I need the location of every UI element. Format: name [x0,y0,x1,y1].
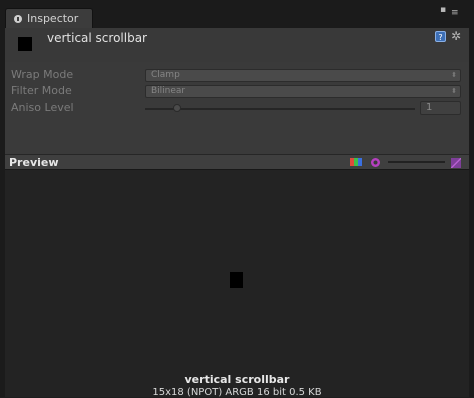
wrap-mode-dropdown[interactable]: Clamp ⬍ [145,69,461,82]
wrap-mode-label: Wrap Mode [11,68,74,81]
tab-label: Inspector [27,12,79,25]
texture-preview-image [230,272,243,288]
aniso-level-field[interactable]: 1 [420,101,461,115]
texture-thumbnail [18,37,32,51]
rgb-channel-icon[interactable] [350,158,362,166]
preview-area: vertical scrollbar 15x18 (NPOT) ARGB 16 … [5,170,469,398]
dropdown-arrow-icon: ⬍ [451,71,457,79]
filter-mode-value: Bilinear [151,86,186,96]
aniso-level-row: Aniso Level 1 [5,100,469,116]
filter-mode-row: Filter Mode Bilinear ⬍ [5,83,469,99]
preview-toolbar: Preview [5,154,469,170]
menu-icon[interactable]: ≡ [451,9,459,18]
aniso-level-value: 1 [426,102,433,113]
dropdown-arrow-icon: ⬍ [451,87,457,95]
mip-level-icon[interactable] [371,158,380,167]
aniso-level-slider[interactable] [145,104,415,112]
asset-title: vertical scrollbar [47,31,147,45]
tab-bar: Inspector ▪ ≡ [0,0,474,28]
preview-texture-info: 15x18 (NPOT) ARGB 16 bit 0.5 KB [152,387,322,398]
inspector-header: vertical scrollbar ? ✲ [5,28,469,62]
alpha-toggle-icon[interactable] [451,158,461,168]
info-icon [14,14,22,23]
help-icon[interactable]: ? [435,31,446,42]
frame-right [469,28,474,397]
filter-mode-dropdown[interactable]: Bilinear ⬍ [145,85,461,98]
lock-icon[interactable]: ▪ [440,6,446,15]
mip-slider[interactable] [388,161,445,163]
preview-texture-name: vertical scrollbar [184,373,290,386]
inspector-window: Inspector ▪ ≡ vertical scrollbar ? ✲ Wra… [0,0,474,398]
slider-thumb[interactable] [173,104,182,112]
texture-properties: Wrap Mode Clamp ⬍ Filter Mode Bilinear ⬍… [5,62,469,154]
wrap-mode-value: Clamp [151,70,180,80]
tab-inspector[interactable]: Inspector [5,8,93,28]
filter-mode-label: Filter Mode [11,84,72,97]
wrap-mode-row: Wrap Mode Clamp ⬍ [5,67,469,83]
aniso-level-label: Aniso Level [11,101,74,114]
preview-title: Preview [9,156,59,169]
gear-icon[interactable]: ✲ [451,29,461,43]
